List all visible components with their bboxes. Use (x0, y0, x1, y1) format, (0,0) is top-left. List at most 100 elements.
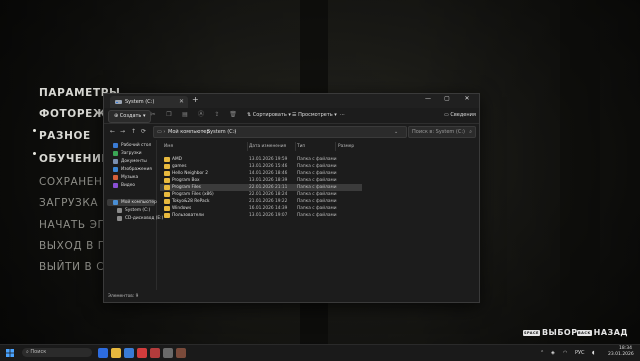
taskbar: ⌕ Поиск ⌃ ◈ ◠ РУС ◖ 18:34 23.01.2026 (0, 344, 640, 361)
chevron-up-icon[interactable]: ⌃ (540, 350, 544, 356)
cd-drive-icon (117, 216, 122, 221)
computer-icon: ▭ › (157, 129, 166, 135)
folder-icon (164, 171, 170, 176)
table-row[interactable]: Program Files (x86) 22.01.2026 18:24 Папка… (160, 191, 362, 198)
network-icon[interactable]: ◠ (563, 350, 567, 356)
sidebar-item-my-computer[interactable]: Мой компьютер (107, 199, 157, 206)
command-bar: ⊕ Создать ▾ ✂ ❐ ▤ Ⓐ ⇪ 🗑 ⇅ Сортировать ▾ … (104, 108, 479, 124)
file-name: Program Files (x86) (172, 192, 214, 197)
clock[interactable]: 18:34 23.01.2026 (608, 346, 634, 358)
file-name: games (172, 164, 187, 169)
table-row[interactable]: Windows 16.01.2026 14:39 Папка с файлами (160, 205, 362, 212)
status-bar: Элементов: 9 (108, 294, 139, 299)
file-type: Папка с файлами (297, 213, 337, 218)
column-header-size[interactable]: Размер (338, 144, 354, 149)
table-row[interactable]: AMD 13.01.2026 19:59 Папка с файлами (160, 156, 362, 163)
maximize-button[interactable]: ▢ (438, 94, 456, 106)
rename-icon[interactable]: Ⓐ (197, 111, 205, 119)
table-row[interactable]: Пользователи 13.01.2026 19:07 Папка с файл… (160, 212, 362, 219)
sidebar-item-videos[interactable]: Видео (107, 182, 155, 189)
column-header-name[interactable]: Имя (164, 144, 173, 149)
search-icon: ⌕ (26, 349, 29, 355)
up-arrow-icon[interactable]: ↑ (131, 128, 136, 135)
windows-start-icon[interactable] (6, 349, 14, 357)
file-type: Папка с файлами (297, 164, 337, 169)
background-tree-trunk (560, 0, 600, 344)
paste-icon[interactable]: ▤ (181, 111, 189, 119)
sidebar-item-downloads[interactable]: Загрузки (107, 150, 155, 157)
address-bar[interactable]: ▭ › Мой компьютер › System (C:) › ⌄ (153, 126, 407, 138)
file-explorer-icon[interactable] (111, 348, 121, 358)
sidebar-item-desktop[interactable]: Рабочий стол (107, 142, 155, 149)
chevron-down-icon[interactable]: ⌄ (394, 127, 398, 137)
sidebar-item-cd-drive[interactable]: CD-дисковод (E:) (107, 215, 163, 222)
new-tab-button[interactable]: + (192, 95, 199, 104)
folder-icon (164, 178, 170, 183)
back-key-icon: BACK (577, 329, 592, 336)
taskbar-search[interactable]: ⌕ Поиск (22, 348, 92, 357)
copy-icon[interactable]: ❐ (165, 111, 173, 119)
volume-icon[interactable]: ◖ (592, 350, 595, 356)
videos-icon (113, 183, 118, 188)
file-type: Папка с файлами (297, 171, 337, 176)
shield-icon[interactable]: ◈ (551, 350, 555, 356)
yandex-browser-icon[interactable] (137, 348, 147, 358)
close-tab-icon[interactable]: ✕ (179, 96, 184, 108)
minimize-button[interactable]: — (419, 94, 437, 106)
sort-button[interactable]: ⇅ Сортировать ▾ (247, 111, 291, 119)
column-separator (335, 142, 336, 151)
clock-date: 23.01.2026 (608, 352, 634, 357)
view-button[interactable]: ☰ Просмотреть ▾ (292, 111, 337, 119)
drive-icon (117, 208, 122, 213)
column-header-date[interactable]: Дата изменения (249, 144, 286, 149)
file-type: Папка с файлами (297, 199, 337, 204)
file-type: Папка с файлами (297, 178, 337, 183)
folder-icon (164, 192, 170, 197)
file-date: 14.01.2026 18:46 (249, 171, 288, 176)
more-options-icon[interactable]: ··· (340, 111, 345, 119)
table-row[interactable]: Program Files 22.01.2026 21:11 Папка с фай… (160, 184, 362, 191)
table-row[interactable]: games 13.01.2026 15:46 Папка с файлами (160, 163, 362, 170)
table-row[interactable]: Tokyo&28 RePack 21.01.2026 19:22 Папка с ф… (160, 198, 362, 205)
table-row[interactable]: Hello Neighbor 2 14.01.2026 18:46 Папка с … (160, 170, 362, 177)
settings-icon[interactable] (163, 348, 173, 358)
language-indicator[interactable]: РУС (575, 350, 585, 356)
sidebar-item-system-c[interactable]: System (C:) (107, 207, 155, 214)
file-date: 13.01.2026 19:59 (249, 157, 288, 162)
menu-item-misc[interactable]: РАЗНОЕ (33, 129, 91, 142)
tab-system-c[interactable]: System (C:) ✕ (110, 96, 188, 108)
back-arrow-icon[interactable]: ← (110, 128, 115, 135)
folder-icon (164, 206, 170, 211)
music-icon (113, 175, 118, 180)
create-button[interactable]: ⊕ Создать ▾ (108, 110, 152, 123)
breadcrumb-system-c[interactable]: System (C:) (207, 127, 236, 137)
forward-arrow-icon[interactable]: → (120, 128, 125, 135)
file-name: Tokyo&28 RePack (172, 199, 210, 204)
refresh-icon[interactable]: ⟳ (141, 128, 146, 135)
sidebar-item-documents[interactable]: Документы (107, 158, 155, 165)
sidebar-item-pictures[interactable]: Изображения (107, 166, 155, 173)
menu-item-tutorial[interactable]: ОБУЧЕНИЕ (33, 152, 109, 165)
share-icon[interactable]: ⇪ (213, 111, 221, 119)
task-view-icon[interactable] (98, 348, 108, 358)
cut-icon[interactable]: ✂ (149, 111, 157, 119)
edge-browser-icon[interactable] (124, 348, 134, 358)
folder-icon (164, 164, 170, 169)
folder-icon (164, 157, 170, 162)
prompt-back[interactable]: BACK НАЗАД (577, 328, 628, 337)
file-name: Program Box (172, 178, 200, 183)
file-name: Program Files (172, 185, 201, 190)
table-row[interactable]: Program Box 13.01.2026 18:39 Папка с файла… (160, 177, 362, 184)
search-input[interactable]: Поиск в: System (C:) ⌕ (408, 126, 476, 138)
close-window-button[interactable]: ✕ (458, 94, 476, 106)
details-button[interactable]: ▭ Сведения (444, 111, 476, 119)
delete-icon[interactable]: 🗑 (229, 111, 237, 119)
space-key-icon: SPACE (523, 329, 540, 336)
column-header-type[interactable]: Тип (297, 144, 305, 149)
game-window-icon[interactable] (176, 348, 186, 358)
game-app-icon[interactable] (150, 348, 160, 358)
sidebar-item-music[interactable]: Музыка (107, 174, 155, 181)
file-name: Hello Neighbor 2 (172, 171, 208, 176)
file-date: 22.01.2026 21:11 (249, 185, 288, 190)
prompt-select[interactable]: SPACE ВЫБОР (523, 328, 578, 337)
